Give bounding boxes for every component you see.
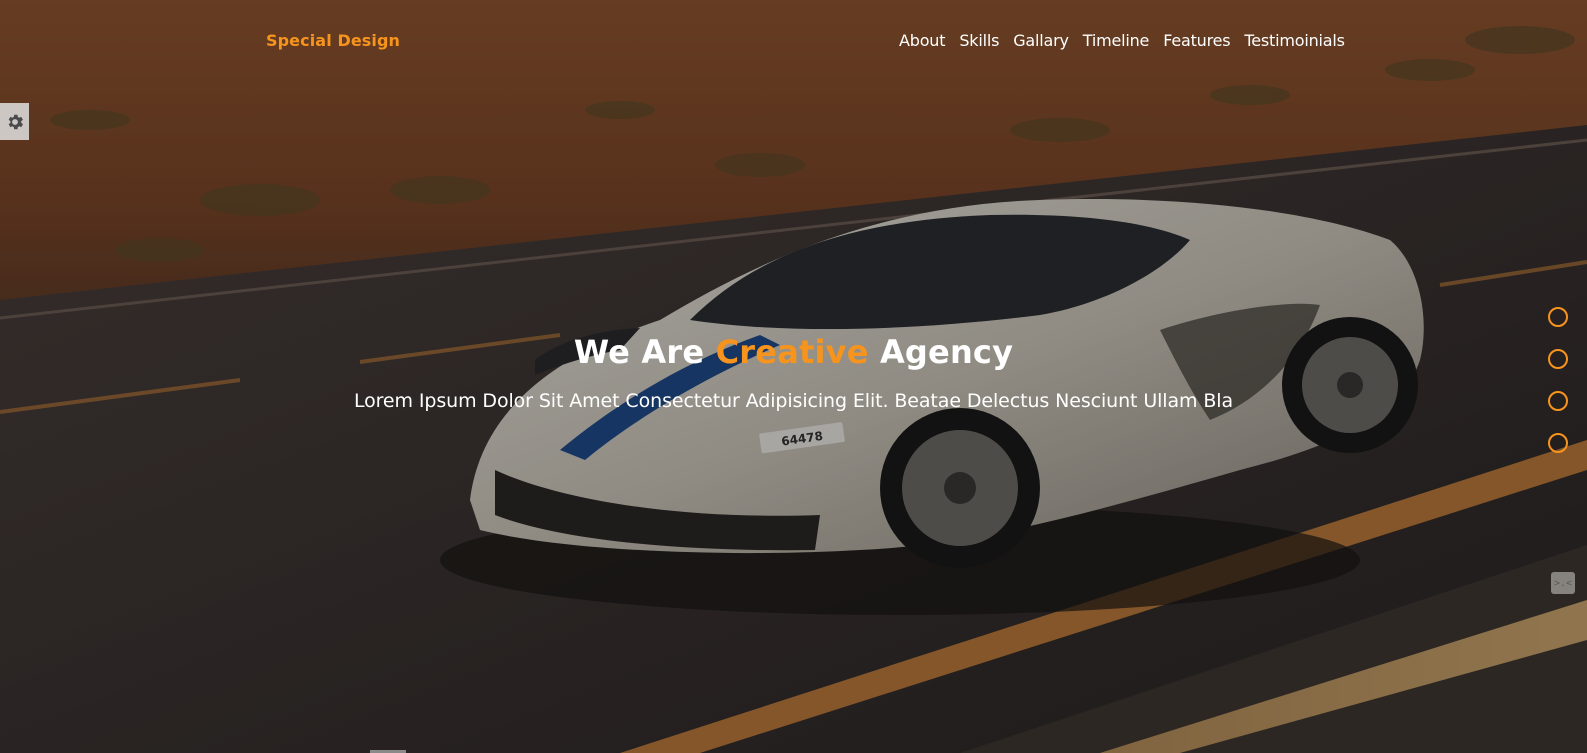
slider-bullet-1[interactable]: [1548, 307, 1568, 327]
nav-link-about[interactable]: About: [899, 31, 946, 50]
nav-link-testimoinials[interactable]: Testimoinials: [1244, 31, 1345, 50]
settings-toggle-button[interactable]: [0, 103, 29, 140]
slider-bullet-3[interactable]: [1548, 391, 1568, 411]
slider-bullet-2[interactable]: [1548, 349, 1568, 369]
hero-title-accent: Creative: [715, 333, 869, 371]
floating-widget-button[interactable]: >.<: [1551, 572, 1575, 594]
gear-icon: [8, 114, 23, 129]
hero-section: 64478: [0, 0, 1587, 753]
nav-link-timeline[interactable]: Timeline: [1083, 31, 1150, 50]
hero-dark-overlay: [0, 0, 1587, 753]
hero-title-part2: Agency: [868, 333, 1014, 371]
hero-title-part1: We Are: [573, 333, 716, 371]
slider-bullet-4[interactable]: [1548, 433, 1568, 453]
slider-bullets: [1548, 307, 1570, 475]
site-logo[interactable]: Special Design: [266, 31, 400, 50]
main-nav: About Skills Gallary Timeline Features T…: [899, 31, 1345, 50]
hero-subtitle: Lorem Ipsum Dolor Sit Amet Consectetur A…: [353, 390, 1234, 412]
nav-link-features[interactable]: Features: [1163, 31, 1230, 50]
nav-link-gallary[interactable]: Gallary: [1013, 31, 1069, 50]
hero-title: We Are Creative Agency: [0, 333, 1587, 371]
nav-link-skills[interactable]: Skills: [959, 31, 999, 50]
